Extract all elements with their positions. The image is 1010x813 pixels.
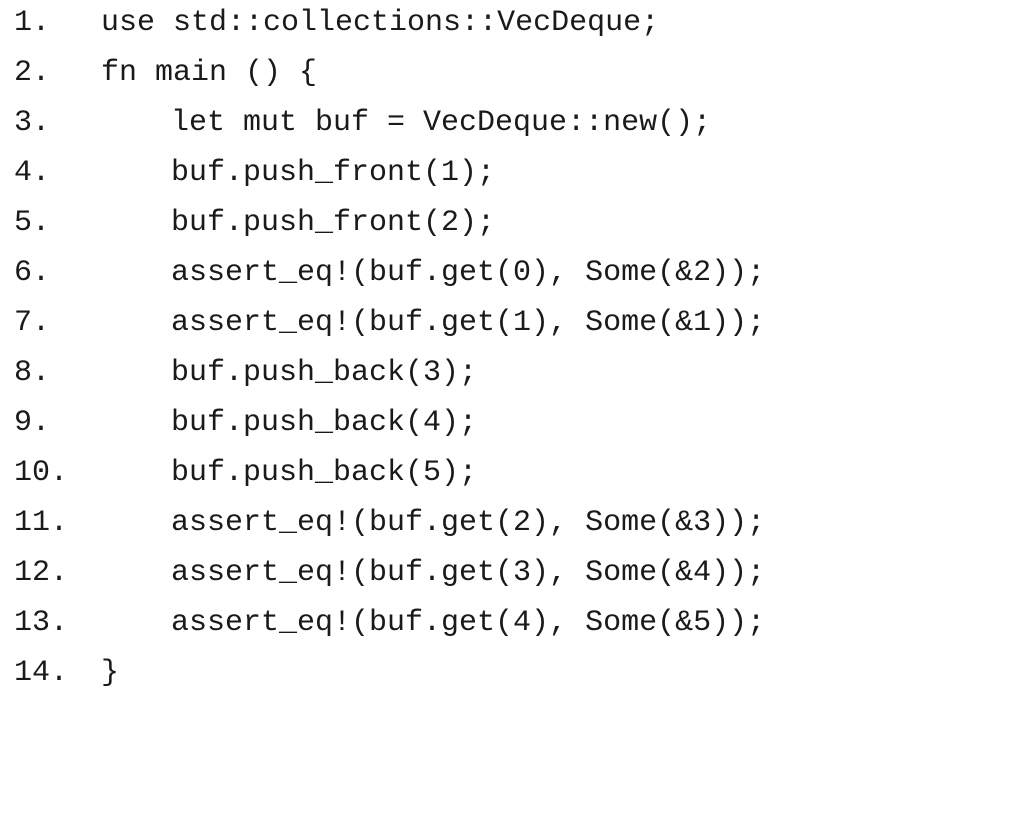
code-line-14: 14. } (0, 653, 119, 693)
line-number: 5. (14, 206, 51, 240)
line-code: buf.push_back(4); (171, 406, 478, 440)
code-line-9: 9. buf.push_back(4); (0, 403, 477, 443)
code-line-1: 1. use std::collections::VecDeque; (0, 3, 659, 43)
code-listing: 1. use std::collections::VecDeque; 2. fn… (0, 0, 1010, 713)
line-number: 4. (14, 156, 51, 190)
line-code: buf.push_back(3); (171, 356, 478, 390)
line-number: 1. (14, 6, 51, 40)
line-number: 11. (14, 506, 69, 540)
line-code: } (101, 656, 120, 690)
line-number: 7. (14, 306, 51, 340)
line-code: fn main () { (101, 56, 318, 90)
line-number: 2. (14, 56, 51, 90)
line-code: buf.push_back(5); (171, 456, 478, 490)
code-line-12: 12. assert_eq!(buf.get(3), Some(&4)); (0, 553, 765, 593)
line-number: 14. (14, 656, 69, 690)
code-line-6: 6. assert_eq!(buf.get(0), Some(&2)); (0, 253, 765, 293)
line-number: 12. (14, 556, 69, 590)
code-line-3: 3. let mut buf = VecDeque::new(); (0, 103, 711, 143)
line-number: 10. (14, 456, 69, 490)
code-line-2: 2. fn main () { (0, 53, 317, 93)
line-code: assert_eq!(buf.get(4), Some(&5)); (171, 606, 766, 640)
code-line-10: 10. buf.push_back(5); (0, 453, 477, 493)
code-line-7: 7. assert_eq!(buf.get(1), Some(&1)); (0, 303, 765, 343)
code-line-4: 4. buf.push_front(1); (0, 153, 495, 193)
line-number: 6. (14, 256, 51, 290)
code-line-11: 11. assert_eq!(buf.get(2), Some(&3)); (0, 503, 765, 543)
line-code: buf.push_front(2); (171, 206, 496, 240)
line-code: assert_eq!(buf.get(3), Some(&4)); (171, 556, 766, 590)
line-code: use std::collections::VecDeque; (101, 6, 660, 40)
line-code: let mut buf = VecDeque::new(); (171, 106, 712, 140)
line-number: 8. (14, 356, 51, 390)
line-number: 9. (14, 406, 51, 440)
code-line-8: 8. buf.push_back(3); (0, 353, 477, 393)
line-number: 3. (14, 106, 51, 140)
line-code: assert_eq!(buf.get(0), Some(&2)); (171, 256, 766, 290)
line-code: assert_eq!(buf.get(2), Some(&3)); (171, 506, 766, 540)
line-code: assert_eq!(buf.get(1), Some(&1)); (171, 306, 766, 340)
line-number: 13. (14, 606, 69, 640)
line-code: buf.push_front(1); (171, 156, 496, 190)
code-line-13: 13. assert_eq!(buf.get(4), Some(&5)); (0, 603, 765, 643)
code-line-5: 5. buf.push_front(2); (0, 203, 495, 243)
